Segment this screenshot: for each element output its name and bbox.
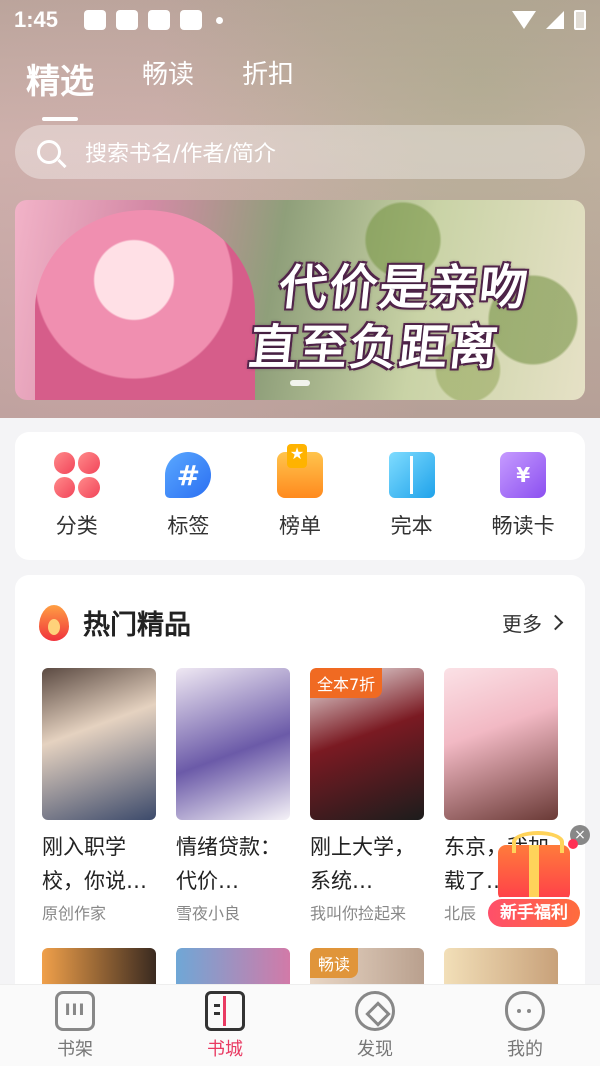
signal-icon (546, 11, 564, 29)
quick-link-ranking[interactable]: 榜单 (250, 444, 350, 540)
book-cover[interactable] (42, 948, 156, 988)
quick-link-tags[interactable]: # 标签 (138, 452, 238, 540)
search-bar[interactable]: 搜索书名/作者/简介 (15, 125, 585, 179)
promo-banner[interactable]: 代价是亲吻 直至负距离 (15, 200, 585, 400)
book-cover (176, 668, 290, 820)
tab-featured[interactable]: 精选 (26, 54, 94, 115)
compass-icon (355, 990, 395, 1031)
profile-icon (505, 990, 545, 1031)
completed-book-icon (388, 452, 435, 498)
nav-label: 发现 (357, 1038, 393, 1060)
banner-pagination-indicator (290, 380, 310, 386)
quick-links-card: 分类 # 标签 榜单 完本 ¥ 畅读卡 (15, 432, 585, 560)
book-author: 雪夜小良 (176, 904, 241, 923)
paw-notification-icon (116, 10, 138, 30)
notification-dot (568, 839, 578, 849)
nav-me[interactable]: 我的 (475, 990, 575, 1061)
fire-icon (39, 604, 69, 641)
category-icon (53, 452, 100, 498)
bookshelf-icon (55, 990, 95, 1031)
wifi-icon (512, 11, 536, 29)
book-cover[interactable] (176, 948, 290, 988)
gift-box-icon (498, 831, 570, 901)
unlimited-read-badge: 畅读 (310, 948, 359, 978)
section-title: 热门精品 (83, 610, 191, 641)
book-title: 情绪贷款：代价… (176, 835, 281, 893)
search-placeholder: 搜索书名/作者/简介 (85, 142, 276, 167)
book-author: 我叫你捡起来 (310, 904, 407, 923)
book-card[interactable]: 刚入职学校，你说… 原创作家 (42, 668, 156, 924)
book-cover (42, 668, 156, 820)
ranking-icon (276, 444, 323, 498)
banner-headline-2: 直至负距离 (246, 320, 503, 376)
top-tabs: 精选 畅读 折扣 (26, 54, 294, 115)
tab-unlimited-read[interactable]: 畅读 (142, 54, 194, 115)
status-time: 1:45 (14, 7, 59, 32)
quick-link-label: 畅读卡 (491, 514, 555, 538)
tag-icon: # (165, 452, 212, 498)
discount-badge: 全本7折 (310, 668, 383, 698)
battery-icon (574, 10, 586, 30)
banner-character-image (35, 210, 255, 400)
paw-notification-icon (148, 10, 170, 30)
newbie-gift-float[interactable]: × 新手福利 (488, 825, 592, 929)
more-label: 更多 (502, 612, 542, 636)
gallery-notification-icon (84, 10, 106, 30)
status-bar: 1:45 (0, 0, 600, 40)
more-link[interactable]: 更多 (502, 608, 564, 637)
nav-bookshelf[interactable]: 书架 (25, 990, 125, 1061)
quick-link-label: 分类 (55, 514, 98, 538)
nav-label: 书城 (207, 1038, 243, 1060)
gift-label: 新手福利 (488, 899, 580, 927)
book-title: 刚上大学，系统… (310, 835, 415, 893)
more-notifications-icon (216, 16, 223, 24)
book-cover: 全本7折 (310, 668, 424, 820)
book-row-partial: 畅读 (15, 924, 585, 988)
nav-label: 我的 (507, 1038, 543, 1060)
book-cover[interactable] (444, 948, 558, 988)
book-card[interactable]: 情绪贷款：代价… 雪夜小良 (176, 668, 290, 924)
quick-link-label: 榜单 (278, 514, 321, 538)
nav-discover[interactable]: 发现 (325, 990, 425, 1061)
nav-label: 书架 (57, 1038, 93, 1060)
book-card[interactable]: 全本7折 刚上大学，系统… 我叫你捡起来 (310, 668, 424, 924)
search-icon (37, 140, 61, 164)
quick-link-label: 完本 (390, 514, 433, 538)
book-title: 刚入职学校，你说… (42, 835, 147, 893)
chevron-right-icon (547, 614, 564, 631)
reading-card-icon: ¥ (500, 452, 547, 498)
quick-link-category[interactable]: 分类 (27, 452, 127, 540)
quick-link-completed[interactable]: 完本 (362, 452, 462, 540)
quick-link-reading-card[interactable]: ¥ 畅读卡 (473, 452, 573, 540)
tab-discount[interactable]: 折扣 (242, 54, 294, 115)
nav-bookstore[interactable]: 书城 (175, 990, 275, 1061)
bottom-nav: 书架 书城 发现 我的 (0, 984, 600, 1066)
paw-notification-icon (180, 10, 202, 30)
section-header: 热门精品 更多 (15, 575, 585, 642)
book-cover[interactable]: 畅读 (310, 948, 424, 988)
book-author: 原创作家 (42, 904, 107, 923)
bookstore-icon (205, 990, 245, 1031)
quick-link-label: 标签 (167, 514, 210, 538)
book-cover (444, 668, 558, 820)
